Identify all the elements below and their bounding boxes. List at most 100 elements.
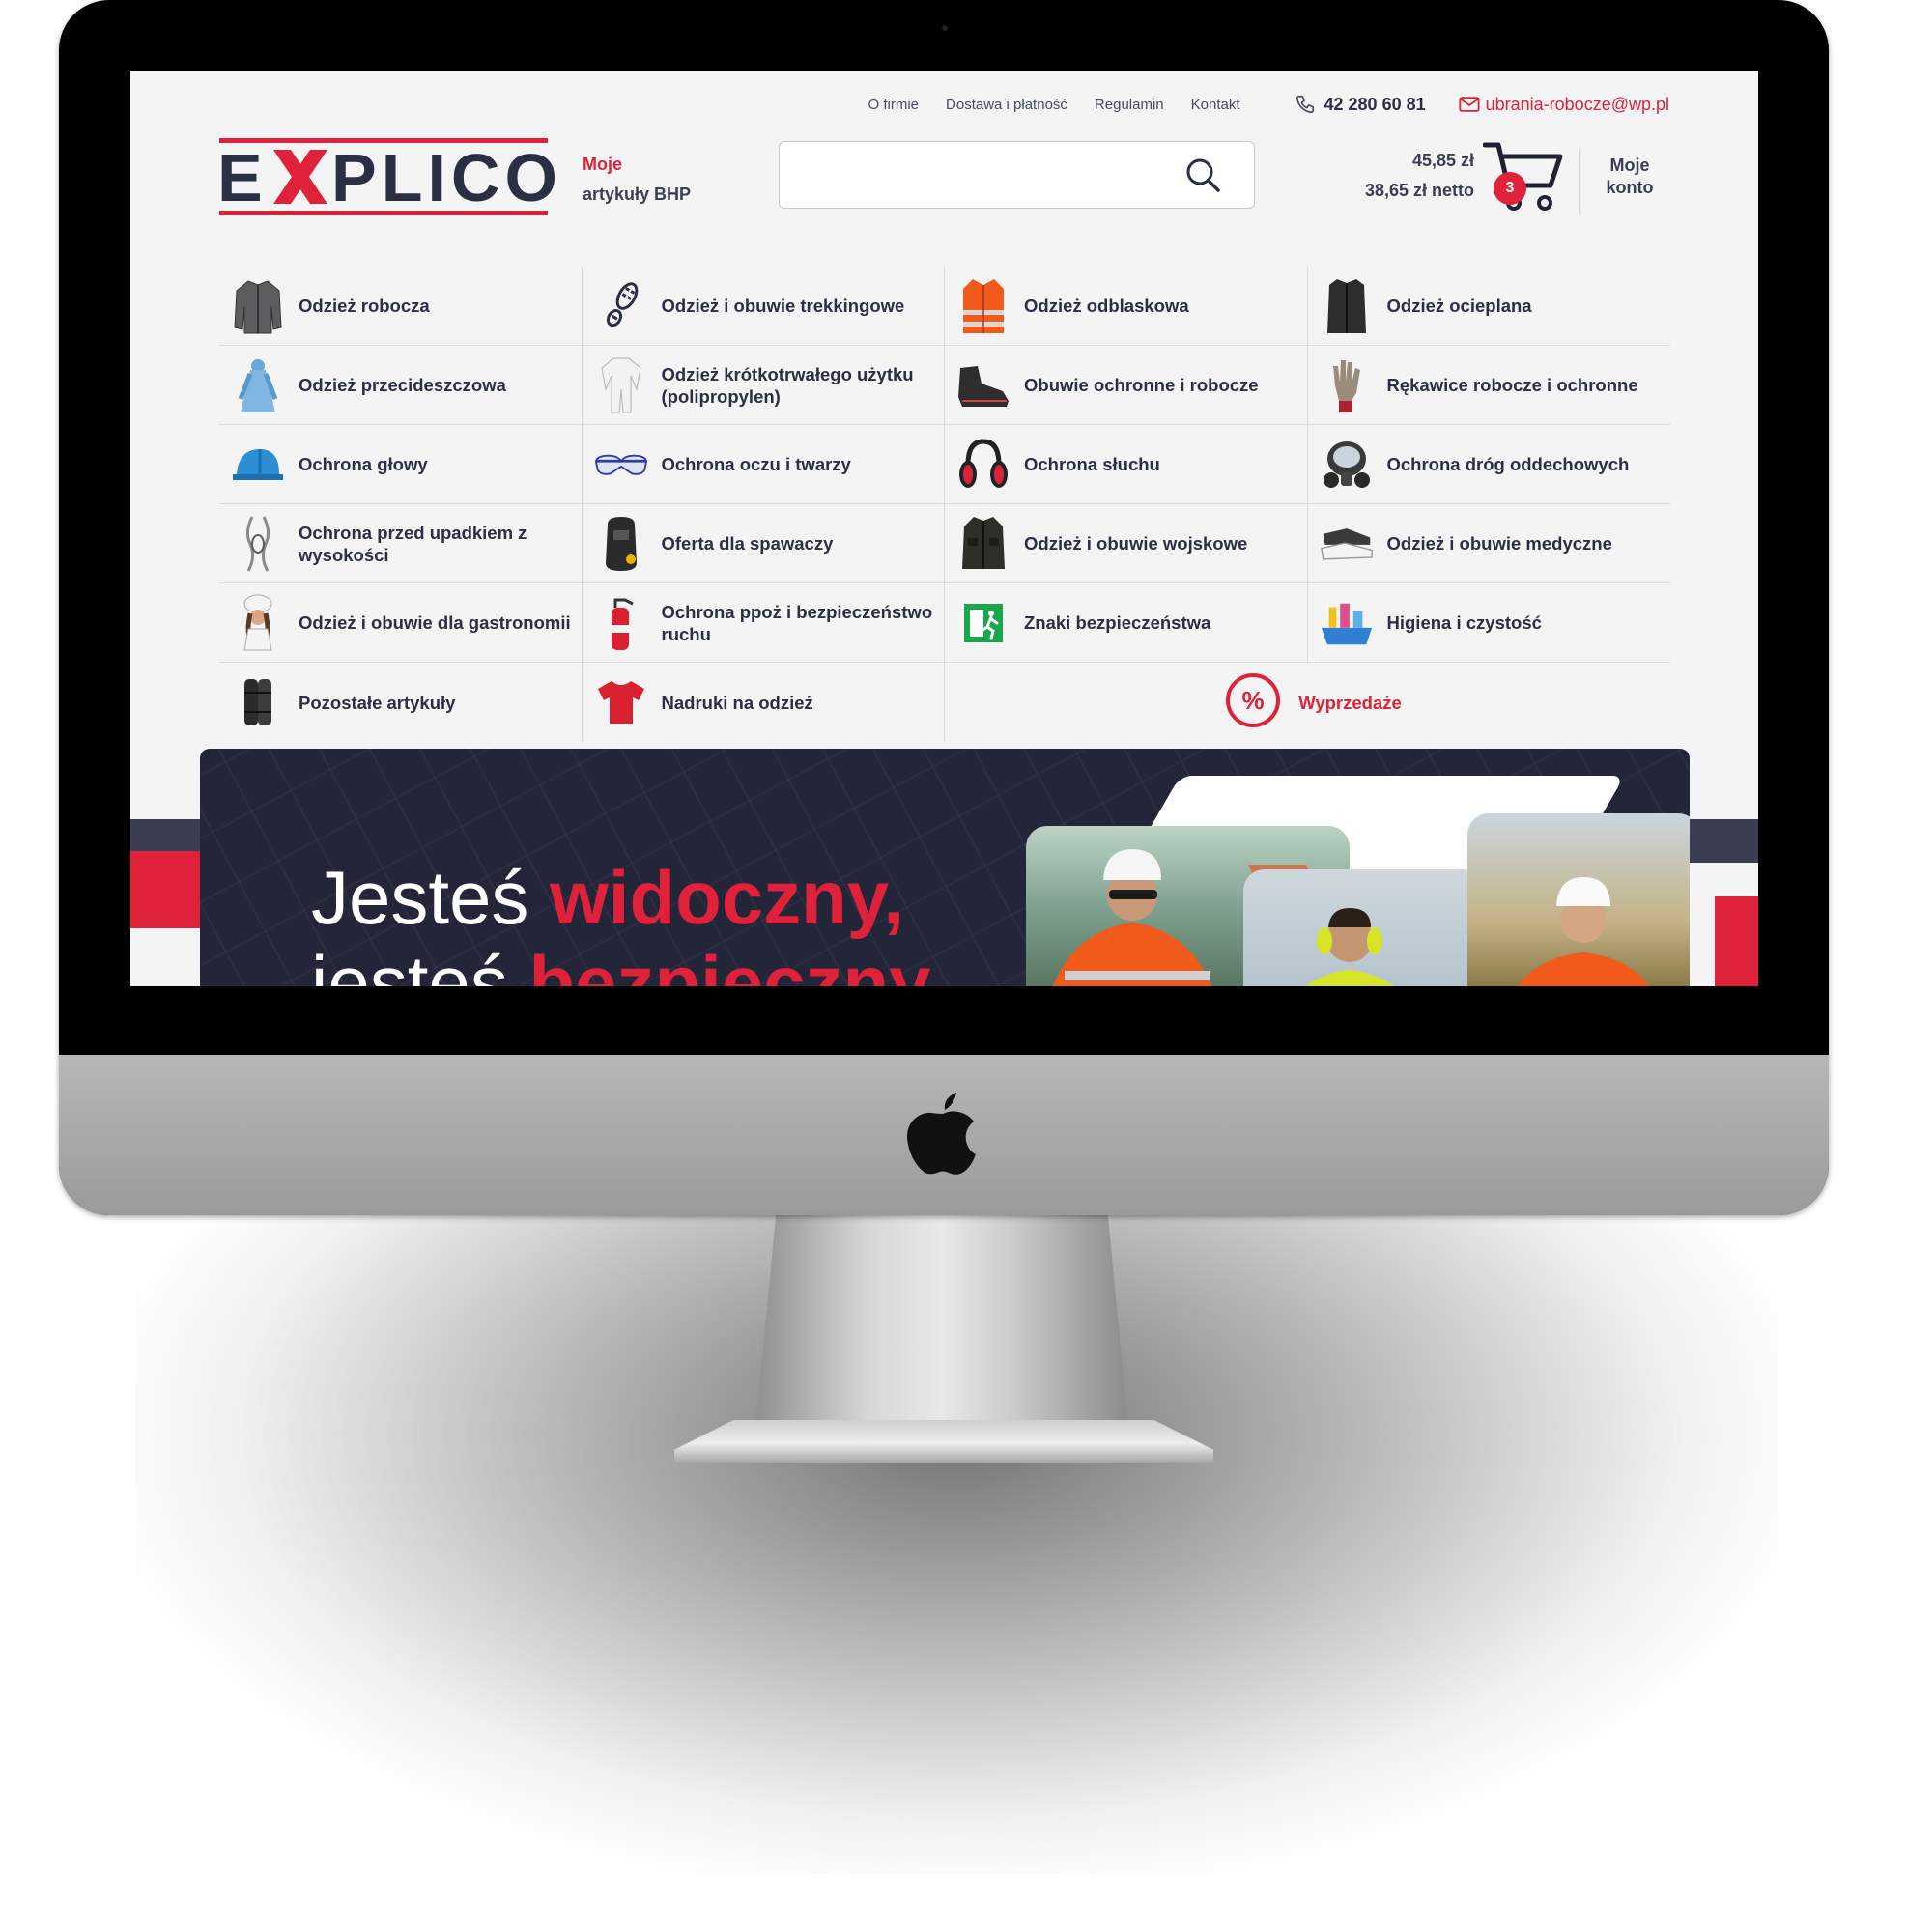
category-item-gastronomy[interactable]: Odzież i obuwie dla gastronomii xyxy=(219,583,583,663)
top-navigation: O firmie Dostawa i płatność Regulamin Ko… xyxy=(868,94,1669,115)
category-item-insulated[interactable]: Odzież ocieplana xyxy=(1307,267,1670,346)
category-item-safety-shoes[interactable]: Obuwie ochronne i robocze xyxy=(945,346,1308,425)
insulated-vest-icon xyxy=(1320,275,1374,337)
category-item-gloves[interactable]: Rękawice robocze i ochronne xyxy=(1307,346,1670,425)
header-divider xyxy=(1579,150,1580,213)
glove-icon xyxy=(1320,355,1374,416)
category-item-other[interactable]: Pozostałe artykuły xyxy=(219,663,583,742)
military-jacket-icon xyxy=(956,513,1010,575)
hero-headline: Jesteś widoczny, jesteś bezpieczny xyxy=(311,855,931,986)
category-label: Nadruki na odzież xyxy=(661,692,813,713)
medical-shoes-icon xyxy=(1320,513,1374,575)
nav-link-contact[interactable]: Kontakt xyxy=(1191,97,1240,113)
category-label: Znaki bezpieczeństwa xyxy=(1024,612,1211,633)
hero-banner[interactable]: Jesteś widoczny, jesteś bezpieczny xyxy=(200,749,1690,986)
hero-photo-worker-3 xyxy=(1467,813,1690,986)
category-label: Odzież i obuwie medyczne xyxy=(1386,533,1612,554)
worker-figure xyxy=(1305,908,1394,986)
category-item-fall-protection[interactable]: Ochrona przed upadkiem z wysokości xyxy=(219,504,583,583)
category-label: Ochrona ppoż i bezpieczeństwo ruchu xyxy=(661,601,933,644)
phone-number: 42 280 60 81 xyxy=(1324,94,1426,114)
camera-icon xyxy=(942,25,948,31)
account-link[interactable]: Moje konto xyxy=(1591,155,1668,199)
category-label: Ochrona przed upadkiem z wysokości xyxy=(299,522,527,565)
explico-logo[interactable]: E PLICO xyxy=(219,136,567,217)
svg-text:%: % xyxy=(1242,686,1265,715)
hero-line-2-plain: jesteś xyxy=(311,940,529,986)
category-label: Ochrona dróg oddechowych xyxy=(1386,454,1630,474)
category-item-rainwear[interactable]: Odzież przecideszczowa xyxy=(219,346,583,425)
category-item-fire-traffic[interactable]: Ochrona ppoż i bezpieczeństwo ruchu xyxy=(582,583,945,663)
hero-line-1-accent: widoczny, xyxy=(550,855,905,940)
coverall-icon xyxy=(594,355,648,416)
category-item-hygiene[interactable]: Higiena i czystość xyxy=(1307,583,1670,663)
shopping-cart-icon[interactable] xyxy=(1483,139,1564,214)
apple-logo-icon xyxy=(907,1093,976,1175)
category-item-trekking[interactable]: Odzież i obuwie trekkingowe xyxy=(582,267,945,346)
nav-link-delivery[interactable]: Dostawa i płatność xyxy=(946,97,1067,113)
phone-contact[interactable]: 42 280 60 81 xyxy=(1295,94,1426,115)
svg-text:E: E xyxy=(219,140,269,215)
search-icon[interactable] xyxy=(1184,156,1221,193)
category-label: Odzież przecideszczowa xyxy=(299,375,506,395)
knee-pads-icon xyxy=(231,671,285,733)
category-label: Ochrona oczu i twarzy xyxy=(661,454,851,474)
category-label: Odzież ocieplana xyxy=(1386,296,1532,316)
category-item-sale[interactable]: % Wyprzedaże xyxy=(945,663,1670,742)
category-item-welding[interactable]: Oferta dla spawaczy xyxy=(582,504,945,583)
nav-link-about[interactable]: O firmie xyxy=(868,97,920,113)
percent-icon: % xyxy=(1225,672,1281,733)
nav-link-terms[interactable]: Regulamin xyxy=(1095,97,1164,113)
goggles-icon xyxy=(594,434,648,496)
website-screen: O firmie Dostawa i płatność Regulamin Ko… xyxy=(130,71,1758,986)
helmet-icon xyxy=(231,434,285,496)
category-item-disposable[interactable]: Odzież krótkotrwałego użytku (polipropyl… xyxy=(582,346,945,425)
worker-figure xyxy=(1517,877,1650,986)
category-label: Odzież robocza xyxy=(299,296,430,316)
category-item-hearing[interactable]: Ochrona słuchu xyxy=(945,425,1308,504)
email-contact[interactable]: ubrania-robocze@wp.pl xyxy=(1459,95,1669,115)
hi-vis-vest-icon xyxy=(956,275,1010,337)
category-item-safety-signs[interactable]: Znaki bezpieczeństwa xyxy=(945,583,1308,663)
category-item-head-protection[interactable]: Ochrona głowy xyxy=(219,425,583,504)
category-item-reflective[interactable]: Odzież odblaskowa xyxy=(945,267,1308,346)
raincoat-icon xyxy=(231,355,285,416)
category-item-military[interactable]: Odzież i obuwie wojskowe xyxy=(945,504,1308,583)
imac-stand-base xyxy=(674,1420,1213,1463)
category-item-medical[interactable]: Odzież i obuwie medyczne xyxy=(1307,504,1670,583)
slogan-line-2: artykuły BHP xyxy=(583,185,692,204)
exit-sign-icon xyxy=(956,592,1010,654)
category-item-work-clothes[interactable]: Odzież robocza xyxy=(219,267,583,346)
search-input[interactable] xyxy=(793,156,1164,195)
category-label: Oferta dla spawaczy xyxy=(661,533,834,554)
category-label: Higiena i czystość xyxy=(1386,612,1542,633)
category-grid: Odzież robocza Odzież i obuwie trekkingo… xyxy=(219,267,1670,742)
category-item-printing[interactable]: Nadruki na odzież xyxy=(583,663,945,742)
category-label: Ochrona głowy xyxy=(299,454,428,474)
hero-line-1: Jesteś widoczny, xyxy=(311,855,931,940)
search-box xyxy=(779,141,1255,209)
category-label: Pozostałe artykuły xyxy=(299,692,456,713)
cart-gross-price: 45,85 zł xyxy=(1411,151,1474,170)
imac-chin xyxy=(59,1055,1829,1215)
hero-backdrop-red-right xyxy=(1715,896,1758,986)
category-label: Ochrona słuchu xyxy=(1024,454,1160,474)
slogan: Moje artykuły BHP xyxy=(583,150,691,210)
imac-stand xyxy=(754,1212,1130,1449)
hero-line-1-plain: Jesteś xyxy=(311,855,551,940)
welding-mask-icon xyxy=(594,513,648,575)
svg-text:PLICO: PLICO xyxy=(331,140,562,215)
cart-totals[interactable]: 45,85 zł 38,65 zł netto xyxy=(1365,146,1474,206)
account-line-2: konto xyxy=(1606,178,1654,197)
category-item-eye-face[interactable]: Ochrona oczu i twarzy xyxy=(582,425,945,504)
category-label: Odzież i obuwie dla gastronomii xyxy=(299,612,571,633)
chef-icon xyxy=(231,592,285,654)
phone-icon xyxy=(1295,95,1314,114)
cart-net-price: 38,65 zł netto xyxy=(1364,181,1474,200)
tshirt-icon xyxy=(594,671,648,733)
email-address: ubrania-robocze@wp.pl xyxy=(1485,94,1669,114)
sale-label: Wyprzedaże xyxy=(1298,692,1402,713)
category-label: Odzież krótkotrwałego użytku (polipropyl… xyxy=(661,363,914,407)
category-item-respiratory[interactable]: Ochrona dróg oddechowych xyxy=(1307,425,1670,504)
imac-frame: O firmie Dostawa i płatność Regulamin Ko… xyxy=(59,0,1829,1215)
